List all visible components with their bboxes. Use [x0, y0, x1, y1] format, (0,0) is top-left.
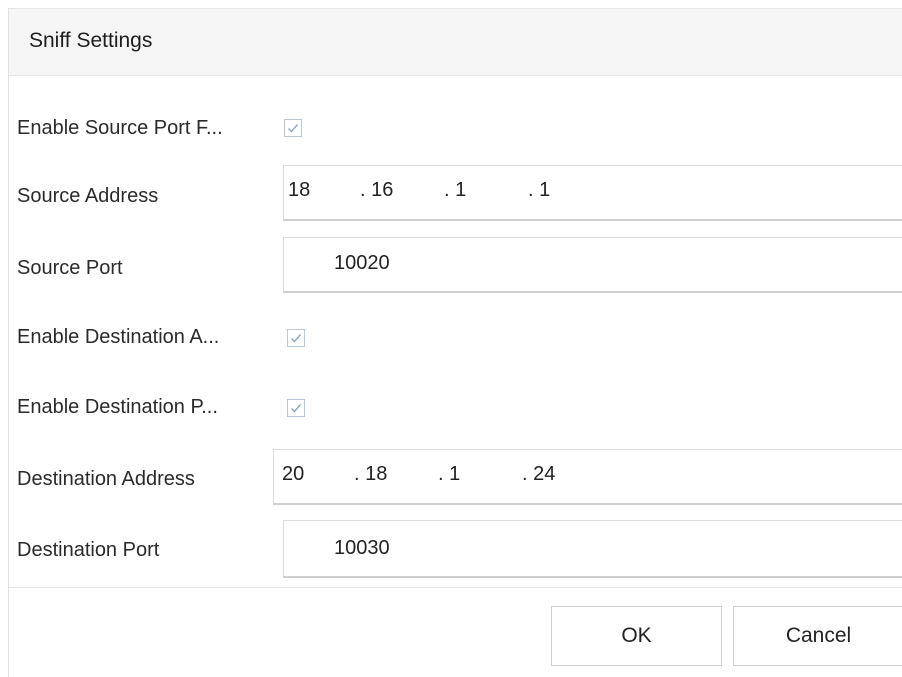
source-address-octet-2[interactable]: . 16: [360, 179, 393, 202]
destination-address-ip-field[interactable]: 20 . 18 . 1 . 24: [273, 449, 902, 505]
source-address-octet-4[interactable]: . 1: [528, 179, 550, 202]
enable-source-port-filter-label: Enable Source Port F...: [17, 117, 223, 139]
destination-port-value: 10030: [334, 537, 390, 559]
source-address-ip-field[interactable]: 18 . 16 . 1 . 1: [283, 165, 902, 221]
enable-destination-address-label: Enable Destination A...: [17, 326, 220, 348]
ok-button[interactable]: OK: [551, 606, 722, 666]
destination-address-octet-4[interactable]: . 24: [522, 463, 555, 486]
enable-destination-port-checkbox[interactable]: [287, 399, 305, 417]
checkmark-icon: [291, 404, 302, 413]
checkmark-icon: [288, 124, 299, 133]
enable-destination-port-label: Enable Destination P...: [17, 396, 218, 418]
destination-port-input[interactable]: 10030: [283, 520, 902, 578]
source-address-octet-1[interactable]: 18: [288, 179, 310, 202]
source-port-input[interactable]: 10020: [283, 237, 902, 293]
destination-address-octet-3[interactable]: . 1: [438, 463, 460, 486]
dialog-titlebar: Sniff Settings: [9, 9, 902, 76]
sniff-settings-dialog: Sniff Settings Enable Source Port F... S…: [8, 8, 902, 677]
destination-address-label: Destination Address: [17, 468, 195, 490]
destination-address-octet-1[interactable]: 20: [282, 463, 304, 486]
source-address-label: Source Address: [17, 185, 159, 207]
enable-destination-address-checkbox[interactable]: [287, 329, 305, 347]
source-port-value: 10020: [334, 252, 390, 274]
enable-source-port-filter-checkbox[interactable]: [284, 119, 302, 137]
cancel-button[interactable]: Cancel: [733, 606, 902, 666]
checkmark-icon: [291, 334, 302, 343]
destination-port-label: Destination Port: [17, 539, 160, 561]
dialog-title: Sniff Settings: [29, 29, 153, 52]
source-address-octet-3[interactable]: . 1: [444, 179, 466, 202]
destination-address-octet-2[interactable]: . 18: [354, 463, 387, 486]
footer-divider: [9, 587, 902, 588]
source-port-label: Source Port: [17, 257, 123, 279]
